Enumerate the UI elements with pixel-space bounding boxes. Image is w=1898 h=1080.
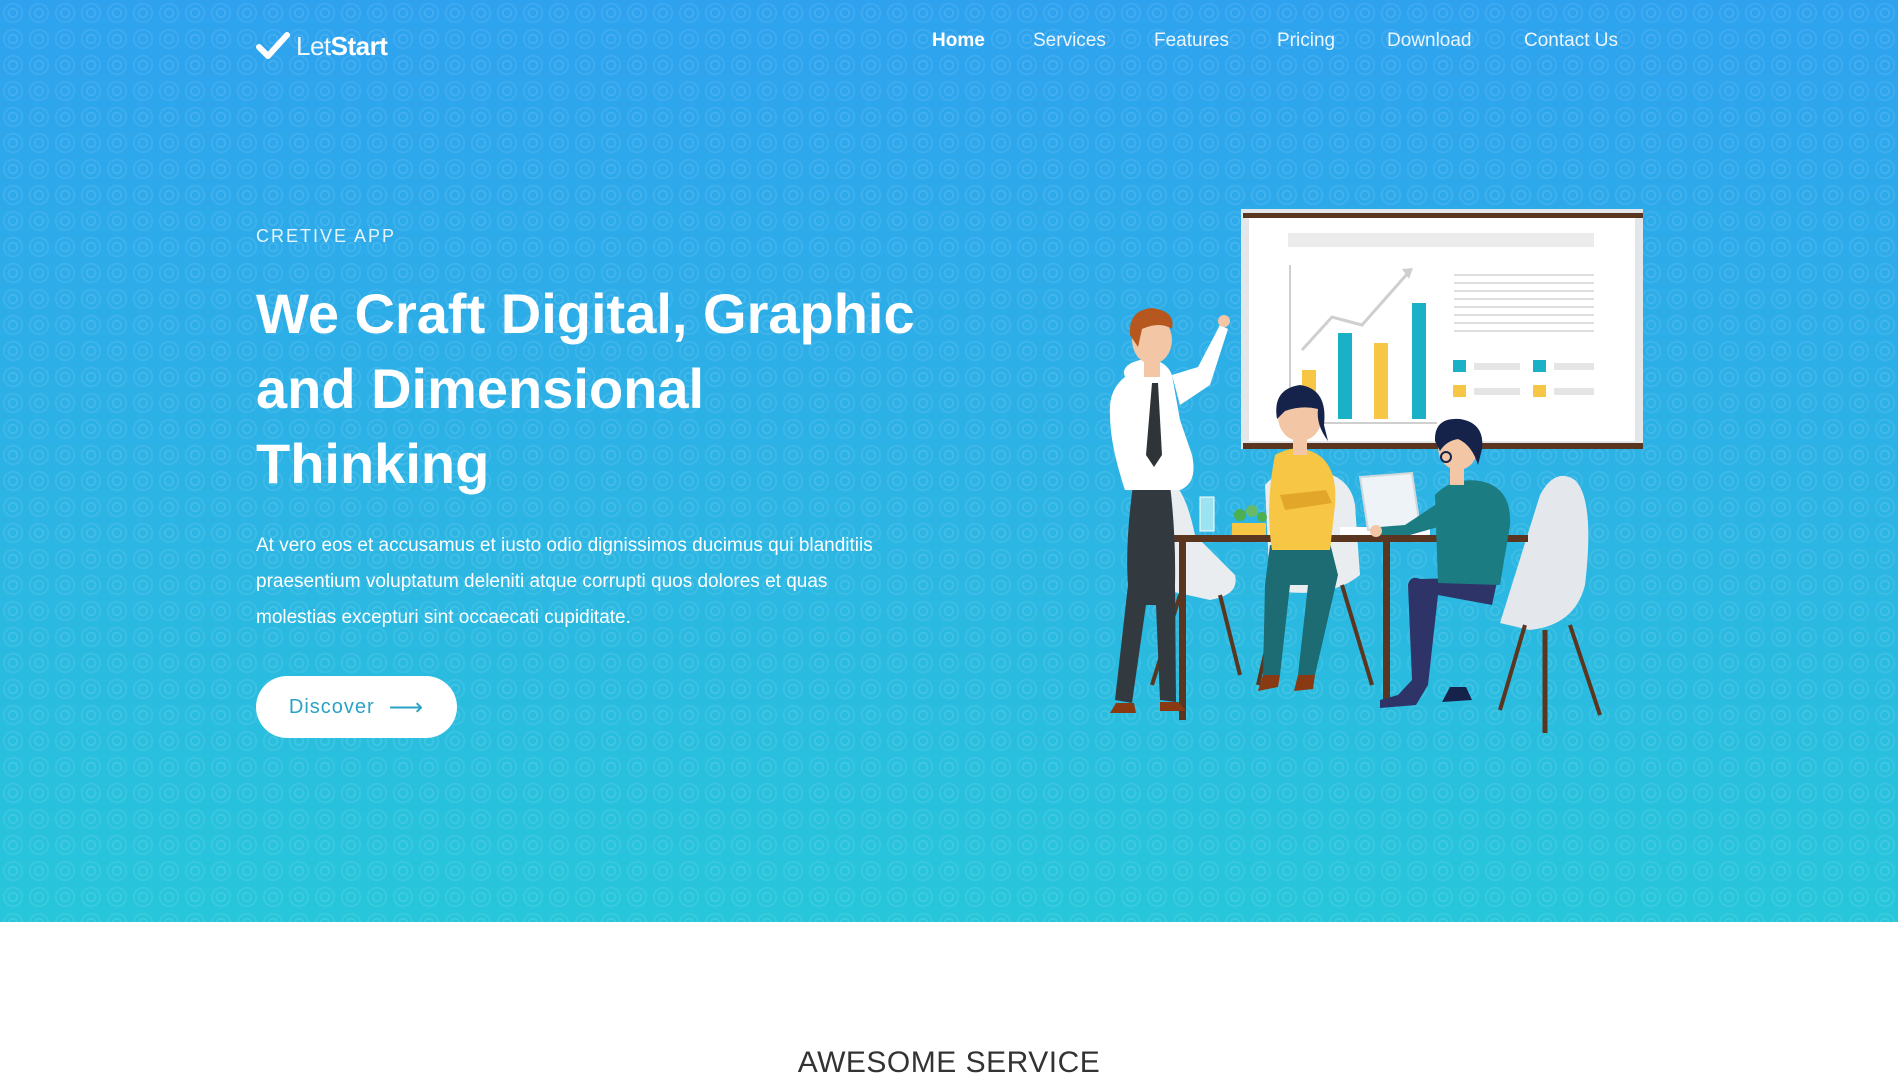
nav-item-services[interactable]: Services [1033,30,1106,52]
headline-line-1: We Craft Digital, Graphic [256,282,915,345]
team-meeting-illustration [1109,209,1643,733]
description-line-3: molestias excepturi sint occaecati cupid… [256,607,631,628]
navbar: LetStart Home Services Features Pricing … [0,0,1898,90]
nav-item-pricing[interactable]: Pricing [1277,30,1335,52]
discover-button[interactable]: Discover ⟶ [256,676,457,738]
arrow-right-icon: ⟶ [388,693,425,721]
nav-item-download[interactable]: Download [1387,30,1472,52]
hero-eyebrow: CRETIVE APP [256,226,397,246]
hero-headline: We Craft Digital, Graphic and Dimensiona… [256,276,956,501]
brand-name-bold: Start [330,30,388,61]
nav-item-features[interactable]: Features [1154,30,1229,52]
headline-line-3: Thinking [256,432,490,495]
brand-name: LetStart [296,30,388,62]
nav-item-contact-us[interactable]: Contact Us [1524,30,1618,52]
brand-logo[interactable]: LetStart [256,28,388,64]
nav-item-home[interactable]: Home [932,30,985,52]
description-line-2: praesentium voluptatum deleniti atque co… [256,571,828,592]
description-line-1: At vero eos et accusamus et iusto odio d… [256,535,873,556]
headline-line-2: and Dimensional [256,357,705,420]
checkmark-icon [256,32,290,59]
hero-description: At vero eos et accusamus et iusto odio d… [256,528,956,636]
services-section-title: AWESOME SERVICE [797,1046,1101,1079]
brand-name-light: Let [296,30,331,61]
seated-man-figure [1370,418,1511,708]
discover-button-label: Discover [288,695,375,718]
hero-section: LetStart Home Services Features Pricing … [0,0,1898,922]
